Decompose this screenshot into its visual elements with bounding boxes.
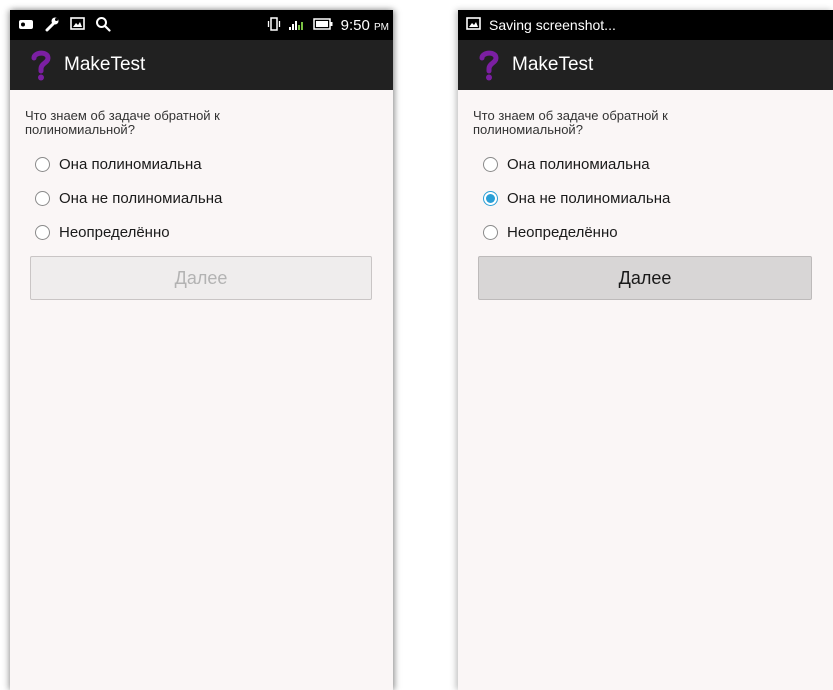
gallery-icon: [70, 17, 85, 33]
image-icon: [466, 17, 481, 33]
option-label: Она не полиномиальна: [59, 189, 223, 207]
option-label: Она не полиномиальна: [507, 189, 671, 207]
wrench-icon: [44, 16, 60, 35]
radio-button[interactable]: [483, 156, 498, 172]
options-group: Она полиномиальна Она не полиномиальна Н…: [25, 147, 378, 249]
radio-button[interactable]: [35, 190, 50, 206]
clock: 9:50 PM: [340, 16, 389, 34]
question-form: Что знаем об задаче обратной к полиномиа…: [10, 90, 393, 300]
app-bar: MakeTest: [10, 40, 393, 90]
status-bar: 9:50 PM: [10, 10, 393, 40]
radio-button-checked[interactable]: [483, 190, 498, 206]
option-3[interactable]: Неопределённо: [25, 215, 378, 249]
app-title: MakeTest: [512, 54, 594, 75]
option-label: Неопределённо: [507, 223, 618, 241]
question-form: Что знаем об задаче обратной к полиномиа…: [458, 90, 833, 300]
question-mark-icon: [28, 48, 54, 82]
question-text: Что знаем об задаче обратной к полиномиа…: [25, 108, 220, 137]
search-icon: [95, 16, 111, 35]
option-2[interactable]: Она не полиномиальна: [25, 181, 378, 215]
phone-screen-left: 9:50 PM MakeTest Что знаем об задаче обр…: [10, 10, 393, 690]
option-label: Она полиномиальна: [507, 155, 650, 173]
option-2[interactable]: Она не полиномиальна: [473, 181, 818, 215]
option-1[interactable]: Она полиномиальна: [473, 147, 818, 181]
app-bar: MakeTest: [458, 40, 833, 90]
radio-dot: [486, 193, 495, 203]
next-button[interactable]: Далее: [478, 256, 812, 300]
app-title: MakeTest: [64, 54, 146, 75]
radio-button[interactable]: [35, 224, 50, 240]
battery-icon: [312, 17, 333, 33]
vibrate-icon: [267, 16, 281, 34]
question-text: Что знаем об задаче обратной к полиномиа…: [473, 108, 668, 137]
status-notification-text: Saving screenshot...: [489, 17, 616, 33]
radio-button[interactable]: [483, 224, 498, 240]
option-label: Неопределённо: [59, 223, 170, 241]
radio-button[interactable]: [35, 156, 50, 172]
option-3[interactable]: Неопределённо: [473, 215, 818, 249]
signal-icon: [288, 17, 305, 34]
next-button[interactable]: Далее: [30, 256, 372, 300]
option-1[interactable]: Она полиномиальна: [25, 147, 378, 181]
question-mark-icon: [476, 48, 502, 82]
option-label: Она полиномиальна: [59, 155, 202, 173]
status-bar: Saving screenshot...: [458, 10, 833, 40]
phone-screen-right: Saving screenshot... MakeTest Что знаем …: [458, 10, 833, 690]
options-group: Она полиномиальна Она не полиномиальна Н…: [473, 147, 818, 249]
notification-icon: [18, 17, 34, 33]
